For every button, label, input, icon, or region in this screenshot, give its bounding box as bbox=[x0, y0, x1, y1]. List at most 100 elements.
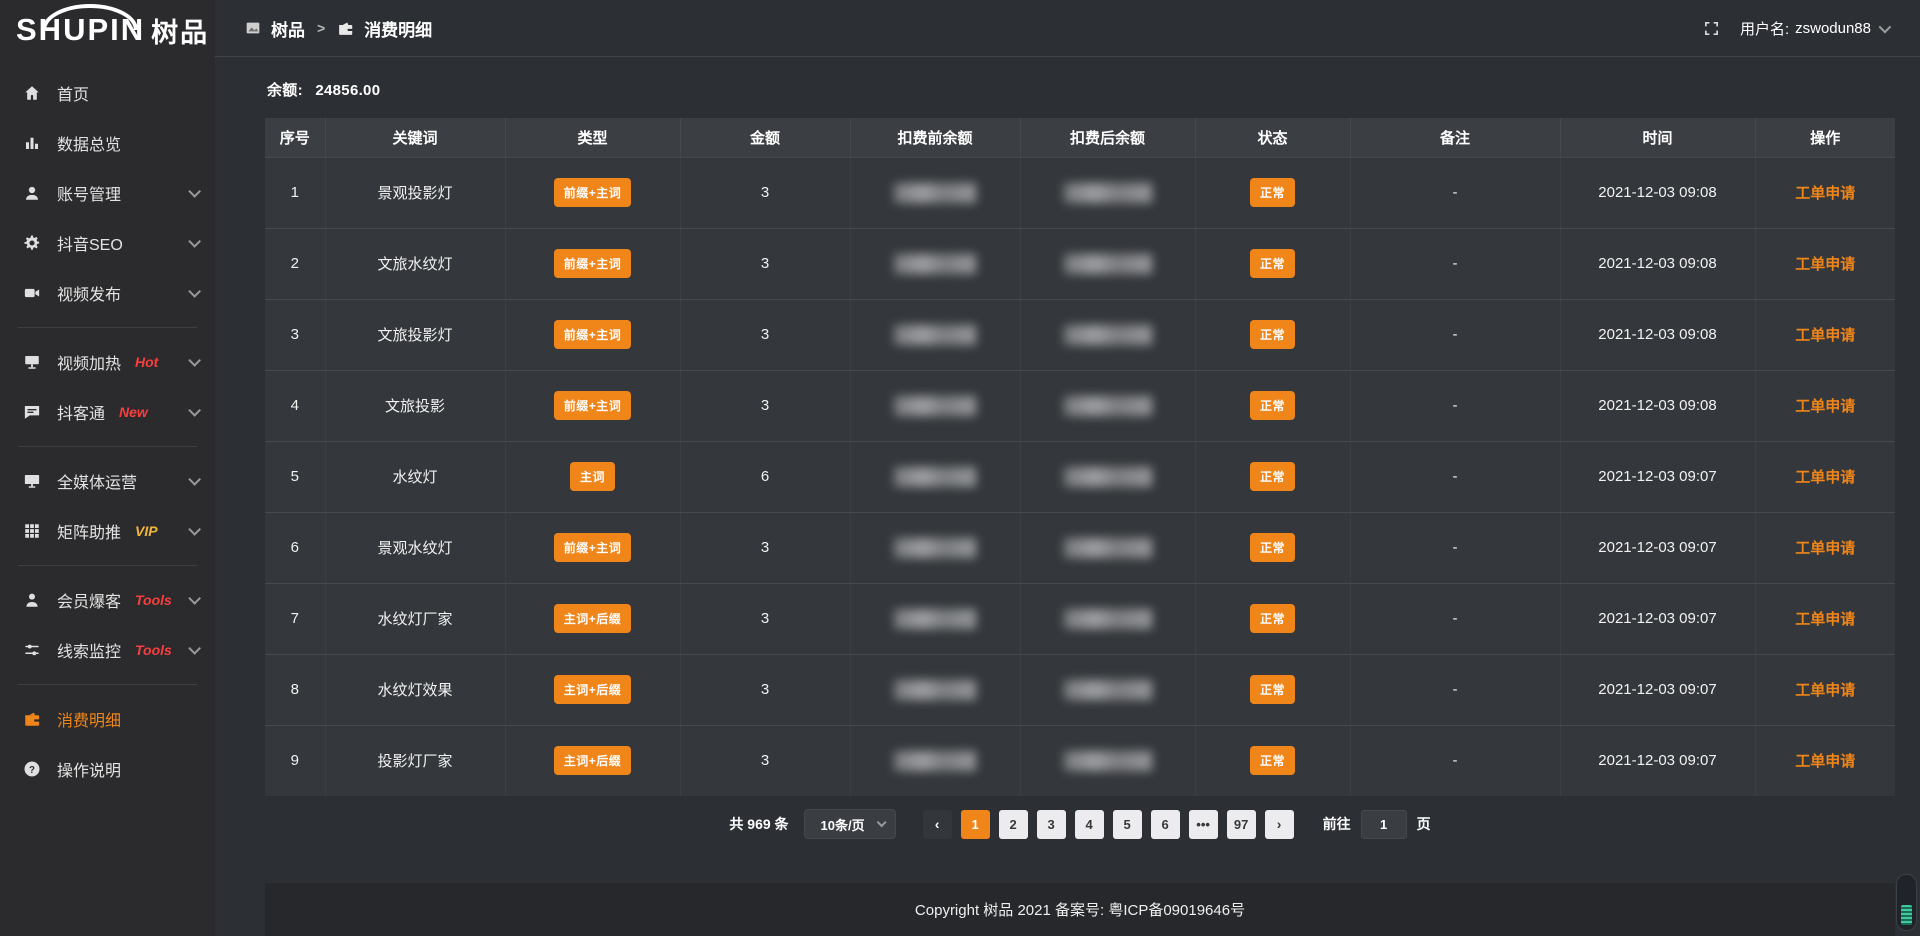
image-icon bbox=[245, 20, 261, 36]
cell-no: 8 bbox=[265, 654, 325, 725]
sidebar-item-data-overview[interactable]: 数据总览 bbox=[0, 118, 215, 168]
ticket-apply-link[interactable]: 工单申请 bbox=[1795, 327, 1855, 344]
sidebar-item-consumption-details[interactable]: 消费明细 bbox=[0, 694, 215, 744]
cell-type: 前缀+主词 bbox=[505, 157, 680, 228]
redacted-balance bbox=[894, 183, 976, 203]
page-size-select[interactable]: 10条/页 bbox=[804, 809, 896, 839]
cell-amount: 3 bbox=[680, 157, 850, 228]
page-button-97[interactable]: 97 bbox=[1227, 810, 1256, 839]
status-badge: 正常 bbox=[1250, 675, 1295, 704]
jump-label: 前往 bbox=[1323, 814, 1351, 834]
ticket-apply-link[interactable]: 工单申请 bbox=[1795, 398, 1855, 415]
sidebar-item-lead-monitor[interactable]: 线索监控 Tools bbox=[0, 625, 215, 675]
chevron-down-icon bbox=[188, 592, 201, 605]
cell-balance-before bbox=[850, 299, 1020, 370]
page-button-3[interactable]: 3 bbox=[1037, 810, 1066, 839]
cell-keyword: 水纹灯 bbox=[325, 441, 505, 512]
sidebar-item-account-management[interactable]: 账号管理 bbox=[0, 168, 215, 218]
main-content: 余额: 24856.00 序号 关键词 类型 金额 扣费前余额 扣费后余额 状态… bbox=[215, 57, 1920, 936]
ticket-apply-link[interactable]: 工单申请 bbox=[1795, 185, 1855, 202]
redacted-balance bbox=[894, 538, 976, 558]
next-page-button[interactable]: › bbox=[1265, 810, 1294, 839]
ticket-apply-link[interactable]: 工单申请 bbox=[1795, 753, 1855, 770]
sidebar-item-instructions[interactable]: ? 操作说明 bbox=[0, 744, 215, 794]
cell-type: 主词+后缀 bbox=[505, 583, 680, 654]
page-ellipsis-button[interactable]: ••• bbox=[1189, 810, 1218, 839]
redacted-balance bbox=[1064, 467, 1152, 487]
sidebar-item-video-heat[interactable]: 视频加热 Hot bbox=[0, 337, 215, 387]
cell-keyword: 文旅投影灯 bbox=[325, 299, 505, 370]
page-button-1[interactable]: 1 bbox=[961, 810, 990, 839]
cell-time: 2021-12-03 09:07 bbox=[1560, 583, 1755, 654]
footer: Copyright 树品 2021 备案号: 粤ICP备09019646号 bbox=[265, 883, 1895, 936]
cell-keyword: 文旅水纹灯 bbox=[325, 228, 505, 299]
col-header-balance-after: 扣费后余额 bbox=[1020, 118, 1195, 157]
sidebar-item-matrix-boost[interactable]: 矩阵助推 VIP bbox=[0, 506, 215, 556]
page-button-4[interactable]: 4 bbox=[1075, 810, 1104, 839]
total-count: 共 969 条 bbox=[729, 814, 788, 834]
ticket-apply-link[interactable]: 工单申请 bbox=[1795, 469, 1855, 486]
redacted-balance bbox=[894, 609, 976, 629]
cell-no: 4 bbox=[265, 370, 325, 441]
cell-action: 工单申请 bbox=[1755, 228, 1895, 299]
sidebar-item-doukertong[interactable]: 抖客通 New bbox=[0, 387, 215, 437]
username: zswodun88 bbox=[1795, 20, 1871, 37]
ticket-apply-link[interactable]: 工单申请 bbox=[1795, 611, 1855, 628]
cell-remark: - bbox=[1350, 441, 1560, 512]
tools-badge: Tools bbox=[135, 642, 172, 658]
page-button-6[interactable]: 6 bbox=[1151, 810, 1180, 839]
redacted-balance bbox=[1064, 609, 1152, 629]
fullscreen-icon[interactable] bbox=[1703, 20, 1720, 37]
redacted-balance bbox=[894, 680, 976, 700]
chevron-down-icon bbox=[188, 235, 201, 248]
prev-page-button[interactable]: ‹ bbox=[923, 810, 952, 839]
breadcrumb-root[interactable]: 树品 bbox=[271, 16, 305, 41]
app-logo: SHUPIN 树品 bbox=[0, 0, 215, 60]
redacted-balance bbox=[1064, 325, 1152, 345]
chat-icon bbox=[22, 403, 42, 421]
ticket-apply-link[interactable]: 工单申请 bbox=[1795, 540, 1855, 557]
status-badge: 正常 bbox=[1250, 391, 1295, 420]
page-button-2[interactable]: 2 bbox=[999, 810, 1028, 839]
redacted-balance bbox=[894, 751, 976, 771]
cell-remark: - bbox=[1350, 654, 1560, 725]
sidebar-item-video-publish[interactable]: 视频发布 bbox=[0, 268, 215, 318]
status-badge: 正常 bbox=[1250, 178, 1295, 207]
home-icon bbox=[22, 84, 42, 102]
cell-status: 正常 bbox=[1195, 654, 1350, 725]
cell-status: 正常 bbox=[1195, 228, 1350, 299]
scroll-widget[interactable] bbox=[1896, 874, 1917, 931]
sidebar-item-member-burst[interactable]: 会员爆客 Tools bbox=[0, 575, 215, 625]
cell-balance-before bbox=[850, 157, 1020, 228]
cell-balance-before bbox=[850, 370, 1020, 441]
ticket-apply-link[interactable]: 工单申请 bbox=[1795, 682, 1855, 699]
jump-unit: 页 bbox=[1417, 814, 1431, 834]
sidebar-item-douyin-seo[interactable]: 抖音SEO bbox=[0, 218, 215, 268]
sidebar-item-home[interactable]: 首页 bbox=[0, 68, 215, 118]
cell-balance-before bbox=[850, 441, 1020, 512]
status-badge: 正常 bbox=[1250, 604, 1295, 633]
chart-icon bbox=[22, 134, 42, 152]
col-header-type: 类型 bbox=[505, 118, 680, 157]
chevron-down-icon bbox=[188, 473, 201, 486]
cell-keyword: 投影灯厂家 bbox=[325, 725, 505, 796]
cell-time: 2021-12-03 09:07 bbox=[1560, 654, 1755, 725]
cell-amount: 3 bbox=[680, 725, 850, 796]
sidebar-item-all-media[interactable]: 全媒体运营 bbox=[0, 456, 215, 506]
jump-page-input[interactable] bbox=[1361, 810, 1407, 839]
redacted-balance bbox=[1064, 680, 1152, 700]
balance-line: 余额: 24856.00 bbox=[267, 79, 1895, 100]
table-row: 6 景观水纹灯 前缀+主词 3 正常 - 2021-12-03 09:07 工单… bbox=[265, 512, 1895, 583]
col-header-remark: 备注 bbox=[1350, 118, 1560, 157]
cell-status: 正常 bbox=[1195, 370, 1350, 441]
col-header-balance-before: 扣费前余额 bbox=[850, 118, 1020, 157]
cell-amount: 3 bbox=[680, 299, 850, 370]
page-button-5[interactable]: 5 bbox=[1113, 810, 1142, 839]
ticket-apply-link[interactable]: 工单申请 bbox=[1795, 256, 1855, 273]
cell-time: 2021-12-03 09:08 bbox=[1560, 228, 1755, 299]
gear-icon bbox=[22, 234, 42, 252]
user-menu[interactable]: 用户名: zswodun88 bbox=[1740, 18, 1888, 39]
cell-type: 前缀+主词 bbox=[505, 512, 680, 583]
col-header-keyword: 关键词 bbox=[325, 118, 505, 157]
hot-badge: Hot bbox=[135, 354, 158, 370]
